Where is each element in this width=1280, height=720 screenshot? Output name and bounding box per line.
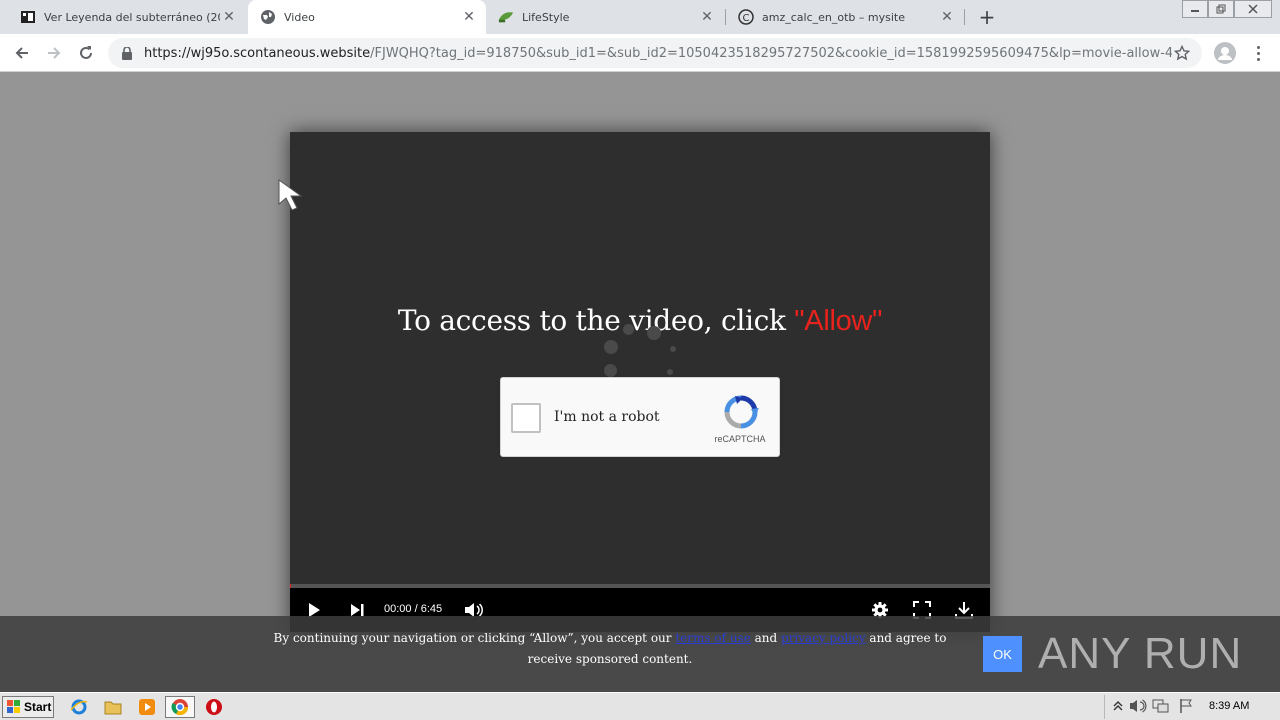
globe-icon [260, 9, 276, 25]
bookmark-star-icon[interactable] [1172, 43, 1192, 63]
ok-button[interactable]: OK [983, 636, 1022, 672]
restore-icon [1216, 4, 1226, 14]
tab-title: LifeStyle [522, 10, 570, 24]
tab-leyenda[interactable]: Ver Leyenda del subterráneo (2021) ✕ [8, 0, 246, 34]
reload-icon [80, 46, 92, 59]
spinner-dot [647, 326, 661, 340]
tab-video[interactable]: Video ✕ [248, 0, 486, 34]
tab-title: Video [284, 10, 315, 24]
tab-close-icon[interactable]: ✕ [460, 8, 478, 26]
tab-close-icon[interactable]: ✕ [698, 8, 716, 26]
windows-logo-icon [7, 700, 20, 713]
back-arrow-icon [15, 47, 28, 59]
close-window-button[interactable] [1234, 0, 1272, 18]
url-text[interactable]: https://wj95o.scontaneous.website/FJWQHQ… [144, 46, 1172, 61]
consent-banner: By continuing your navigation or clickin… [0, 616, 1280, 692]
profile-avatar-icon[interactable] [1214, 42, 1236, 64]
film-icon [20, 9, 36, 25]
start-button[interactable]: Start [2, 696, 54, 718]
chrome-taskbar-icon[interactable] [165, 696, 195, 718]
windows-taskbar: Start 8:39 AM [0, 692, 1280, 720]
recaptcha-widget: I'm not a robot reCAPTCHA [500, 377, 780, 457]
flag-icon[interactable] [1175, 696, 1197, 716]
terms-of-use-link[interactable]: terms of use [675, 631, 750, 645]
forward-arrow-icon [48, 47, 61, 59]
new-tab-button[interactable]: + [976, 5, 998, 29]
url-path: /FJWQHQ?tag_id=918750&sub_id1=&sub_id2=1… [370, 45, 1172, 61]
speaker-icon[interactable] [1127, 696, 1149, 716]
url-host: https://wj95o.scontaneous.website [144, 45, 371, 61]
folder-taskbar-icon[interactable] [102, 697, 124, 717]
network-icon[interactable] [1150, 696, 1172, 716]
video-time: 00:00 / 6:45 [384, 603, 443, 615]
restore-window-button[interactable] [1208, 0, 1234, 18]
tab-amz-calc[interactable]: C amz_calc_en_otb – mysite ✕ [726, 0, 964, 34]
consent-text: By continuing your navigation or clickin… [260, 628, 960, 670]
svg-text:C: C [743, 13, 750, 24]
media-player-taskbar-icon[interactable] [136, 697, 158, 717]
tab-separator [964, 9, 965, 25]
reload-button[interactable] [74, 41, 98, 65]
browser-toolbar: https://wj95o.scontaneous.website/FJWQHQ… [0, 34, 1280, 72]
close-icon [1248, 4, 1258, 14]
tab-strip: Ver Leyenda del subterráneo (2021) ✕ Vid… [0, 0, 1280, 34]
allow-headline: To access to the video, click "Allow" [290, 304, 990, 338]
page-content: To access to the video, click "Allow" I'… [0, 72, 1280, 692]
address-bar[interactable]: https://wj95o.scontaneous.website/FJWQHQ… [108, 38, 1202, 68]
anyrun-watermark: ANY RUN [1038, 629, 1243, 678]
spinner-dot [670, 346, 676, 352]
lock-icon [120, 46, 134, 60]
ie-taskbar-icon[interactable] [68, 697, 90, 717]
spinner-dot [667, 369, 673, 375]
back-button[interactable] [10, 41, 34, 65]
recaptcha-logo-icon [724, 395, 759, 429]
opera-taskbar-icon[interactable] [203, 697, 225, 717]
system-tray: 8:39 AM [1104, 695, 1278, 719]
forward-button[interactable] [42, 41, 66, 65]
show-hidden-icons-icon[interactable] [1107, 696, 1129, 716]
spinner-dot [623, 324, 634, 335]
minimize-icon [1191, 10, 1199, 12]
tab-close-icon[interactable]: ✕ [220, 8, 238, 26]
spinner-dot [604, 364, 617, 377]
privacy-policy-link[interactable]: privacy policy [781, 631, 866, 645]
start-label: Start [24, 700, 52, 714]
site-icon: C [738, 9, 754, 25]
recaptcha-checkbox[interactable] [511, 403, 541, 433]
recaptcha-brand: reCAPTCHA [714, 434, 766, 444]
consent-text-part: By continuing your navigation or clickin… [273, 631, 676, 645]
video-player[interactable]: To access to the video, click "Allow" I'… [290, 132, 990, 632]
tab-title: Ver Leyenda del subterráneo (2021) [44, 10, 220, 24]
headline-allow: "Allow" [794, 305, 883, 337]
tab-lifestyle[interactable]: LifeStyle ✕ [486, 0, 724, 34]
minimize-window-button[interactable] [1182, 0, 1208, 18]
spinner-dot [604, 340, 618, 354]
tab-close-icon[interactable]: ✕ [938, 8, 956, 26]
tab-title: amz_calc_en_otb – mysite [762, 10, 905, 24]
leaf-icon [498, 9, 514, 25]
mouse-cursor-icon [278, 179, 303, 211]
headline-text: To access to the video, click [397, 304, 795, 337]
taskbar-clock: 8:39 AM [1209, 700, 1250, 712]
browser-menu-icon[interactable] [1250, 42, 1266, 64]
recaptcha-label: I'm not a robot [554, 409, 660, 425]
consent-text-part: and [750, 631, 782, 645]
